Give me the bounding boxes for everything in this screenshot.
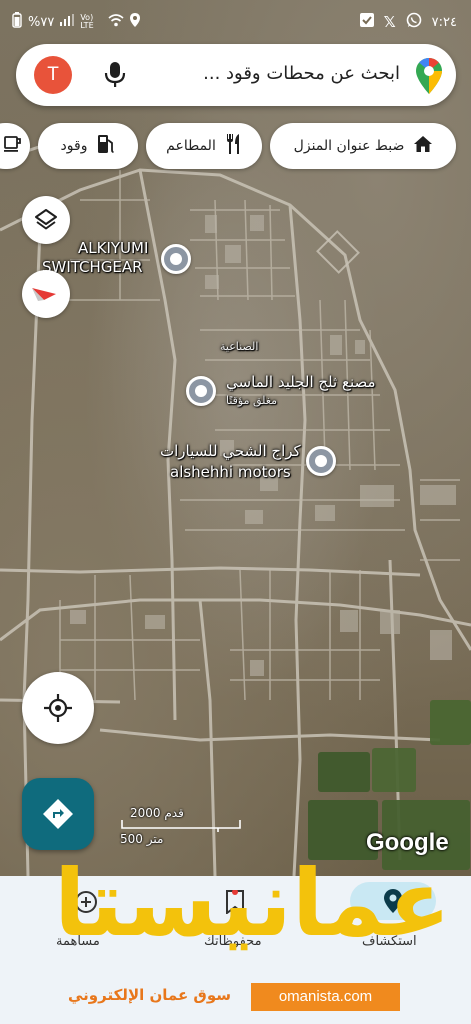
directions-icon [42, 798, 74, 834]
place-label-ice-factory-status: مغلق مؤقتًا [226, 394, 278, 407]
chip-label: وقود [60, 138, 88, 154]
place-label-alkiyumi[interactable]: ALKIYUMI SWITCHGEAR [42, 239, 149, 277]
chip-fuel[interactable]: وقود [38, 123, 138, 169]
status-bar: %٧٧ Vo) LTE 𝕏 ٧:٢٤ [0, 0, 471, 40]
place-pin-alshehhi-motors[interactable] [306, 446, 336, 476]
google-maps-logo-icon [416, 58, 442, 98]
wifi-icon [108, 13, 124, 31]
chip-label: ضبط عنوان المنزل [293, 138, 405, 154]
coffee-icon [4, 136, 22, 156]
my-location-button[interactable] [22, 672, 94, 744]
scale-meters: 500 متر [120, 832, 164, 846]
status-left: %٧٧ Vo) LTE [12, 12, 141, 32]
watermark-subtitle: سوق عمان الإلكتروني [68, 986, 232, 1004]
directions-button[interactable] [22, 778, 94, 850]
scale-ruler [121, 820, 241, 832]
place-label-line2: alshehhi motors [170, 463, 291, 481]
microphone-icon[interactable] [104, 61, 126, 93]
place-pin-ice-factory[interactable] [186, 376, 216, 406]
account-avatar[interactable]: T [34, 56, 72, 94]
battery-icon [12, 12, 22, 32]
place-label-ice-factory[interactable]: مصنع ثلج الجليد الماسي [226, 373, 376, 391]
farmland-patch [430, 700, 471, 745]
place-label-line1: ALKIYUMI [78, 239, 149, 257]
place-label-alshehhi-motors[interactable]: كراج الشحي للسيارات alshehhi motors [160, 441, 301, 483]
x-app-icon: 𝕏 [383, 13, 396, 31]
farmland-patch [318, 752, 370, 792]
compass-button[interactable] [22, 270, 70, 318]
fuel-pump-icon [97, 134, 115, 158]
scale-feet: 2000 قدم [130, 806, 184, 820]
signal-icon [60, 14, 75, 30]
farmland-patch [372, 748, 416, 792]
place-label-line1: كراج الشحي للسيارات [160, 442, 301, 460]
clock-time: ٧:٢٤ [431, 14, 457, 30]
place-pin-alkiyumi[interactable] [161, 244, 191, 274]
whatsapp-icon [406, 12, 422, 32]
fork-knife-icon [226, 134, 242, 158]
check-notification-icon [359, 13, 374, 31]
watermark-logo-text: عمانيستا [54, 850, 451, 957]
status-right: 𝕏 ٧:٢٤ [359, 12, 457, 32]
layers-icon [34, 208, 58, 236]
layers-button[interactable] [22, 196, 70, 244]
chip-label: المطاعم [166, 138, 216, 154]
home-icon [414, 136, 433, 156]
compass-icon [30, 286, 62, 306]
chip-restaurants[interactable]: المطاعم [146, 123, 262, 169]
my-location-icon [44, 694, 72, 726]
search-bar[interactable]: T ابحث عن محطات وقود ... [16, 44, 456, 106]
scale-bar: 2000 قدم 500 متر [120, 806, 242, 846]
area-label-industrial: الصناعية [220, 340, 259, 353]
location-icon [130, 13, 141, 31]
network-type: Vo) LTE [80, 13, 94, 30]
battery-percent: %٧٧ [28, 14, 55, 30]
watermark-url: omanista.com [251, 983, 400, 1011]
chip-set-home-address[interactable]: ضبط عنوان المنزل [270, 123, 456, 169]
search-input[interactable]: ابحث عن محطات وقود ... [203, 63, 400, 84]
